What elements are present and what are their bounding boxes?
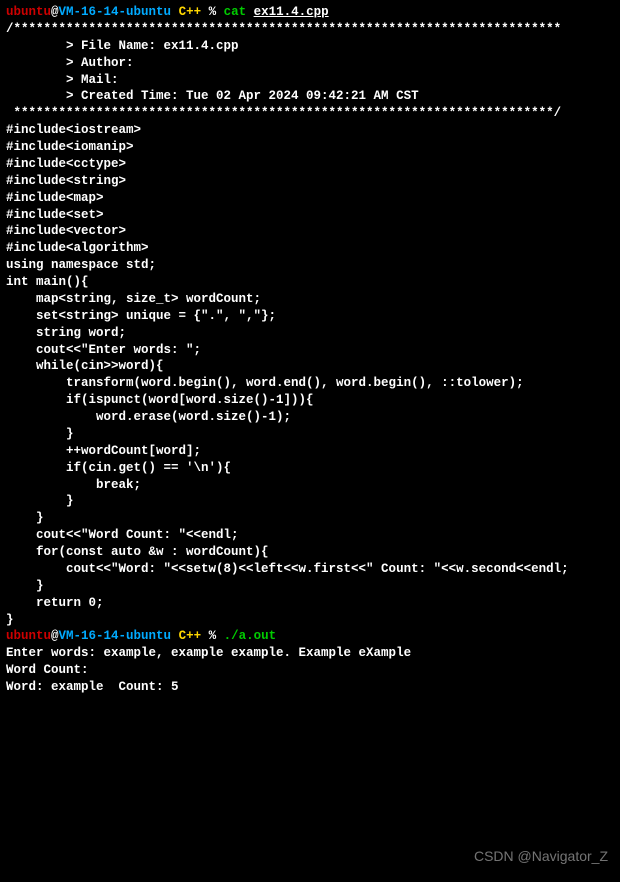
comment-mail: > Mail: [6,72,614,89]
prompt-pct: % [209,629,224,643]
code-line: int main(){ [6,274,614,291]
prompt-dir: C++ [171,5,209,19]
comment-time: > Created Time: Tue 02 Apr 2024 09:42:21… [6,88,614,105]
prompt-user: ubuntu [6,5,51,19]
code-line: #include<cctype> [6,156,614,173]
output-line: Word: example Count: 5 [6,679,614,696]
code-line: if(cin.get() == '\n'){ [6,460,614,477]
comment-bottom: ****************************************… [6,105,614,122]
prompt-at: @ [51,5,59,19]
code-line: ++wordCount[word]; [6,443,614,460]
code-line: cout<<"Word: "<<setw(8)<<left<<w.first<<… [6,561,614,578]
code-line: } [6,426,614,443]
code-line: #include<algorithm> [6,240,614,257]
code-line: cout<<"Word Count: "<<endl; [6,527,614,544]
prompt-user: ubuntu [6,629,51,643]
code-line: map<string, size_t> wordCount; [6,291,614,308]
code-line: } [6,612,614,629]
code-line: string word; [6,325,614,342]
prompt-line-2[interactable]: ubuntu@VM-16-14-ubuntu C++ % ./a.out [6,628,614,645]
cmd-run: ./a.out [224,629,277,643]
code-line: set<string> unique = {".", ","}; [6,308,614,325]
code-line: for(const auto &w : wordCount){ [6,544,614,561]
code-line: break; [6,477,614,494]
comment-file: > File Name: ex11.4.cpp [6,38,614,55]
code-line: while(cin>>word){ [6,358,614,375]
comment-author: > Author: [6,55,614,72]
prompt-host: VM-16-14-ubuntu [59,629,172,643]
code-line: } [6,510,614,527]
code-line: #include<iomanip> [6,139,614,156]
code-line: #include<vector> [6,223,614,240]
code-line: #include<iostream> [6,122,614,139]
prompt-dir: C++ [171,629,209,643]
output-line: Word Count: [6,662,614,679]
cmd-arg: ex11.4.cpp [254,5,329,19]
code-line: #include<string> [6,173,614,190]
code-line: } [6,493,614,510]
code-line: using namespace std; [6,257,614,274]
code-line: word.erase(word.size()-1); [6,409,614,426]
watermark: CSDN @Navigator_Z [474,847,608,866]
code-line: return 0; [6,595,614,612]
code-line: #include<set> [6,207,614,224]
prompt-host: VM-16-14-ubuntu [59,5,172,19]
code-line: cout<<"Enter words: "; [6,342,614,359]
code-line: transform(word.begin(), word.end(), word… [6,375,614,392]
prompt-at: @ [51,629,59,643]
code-line: #include<map> [6,190,614,207]
comment-top: /***************************************… [6,21,614,38]
prompt-pct: % [209,5,224,19]
cmd-cat: cat [224,5,254,19]
code-line: if(ispunct(word[word.size()-1])){ [6,392,614,409]
prompt-line-1[interactable]: ubuntu@VM-16-14-ubuntu C++ % cat ex11.4.… [6,4,614,21]
output-line: Enter words: example, example example. E… [6,645,614,662]
code-line: } [6,578,614,595]
